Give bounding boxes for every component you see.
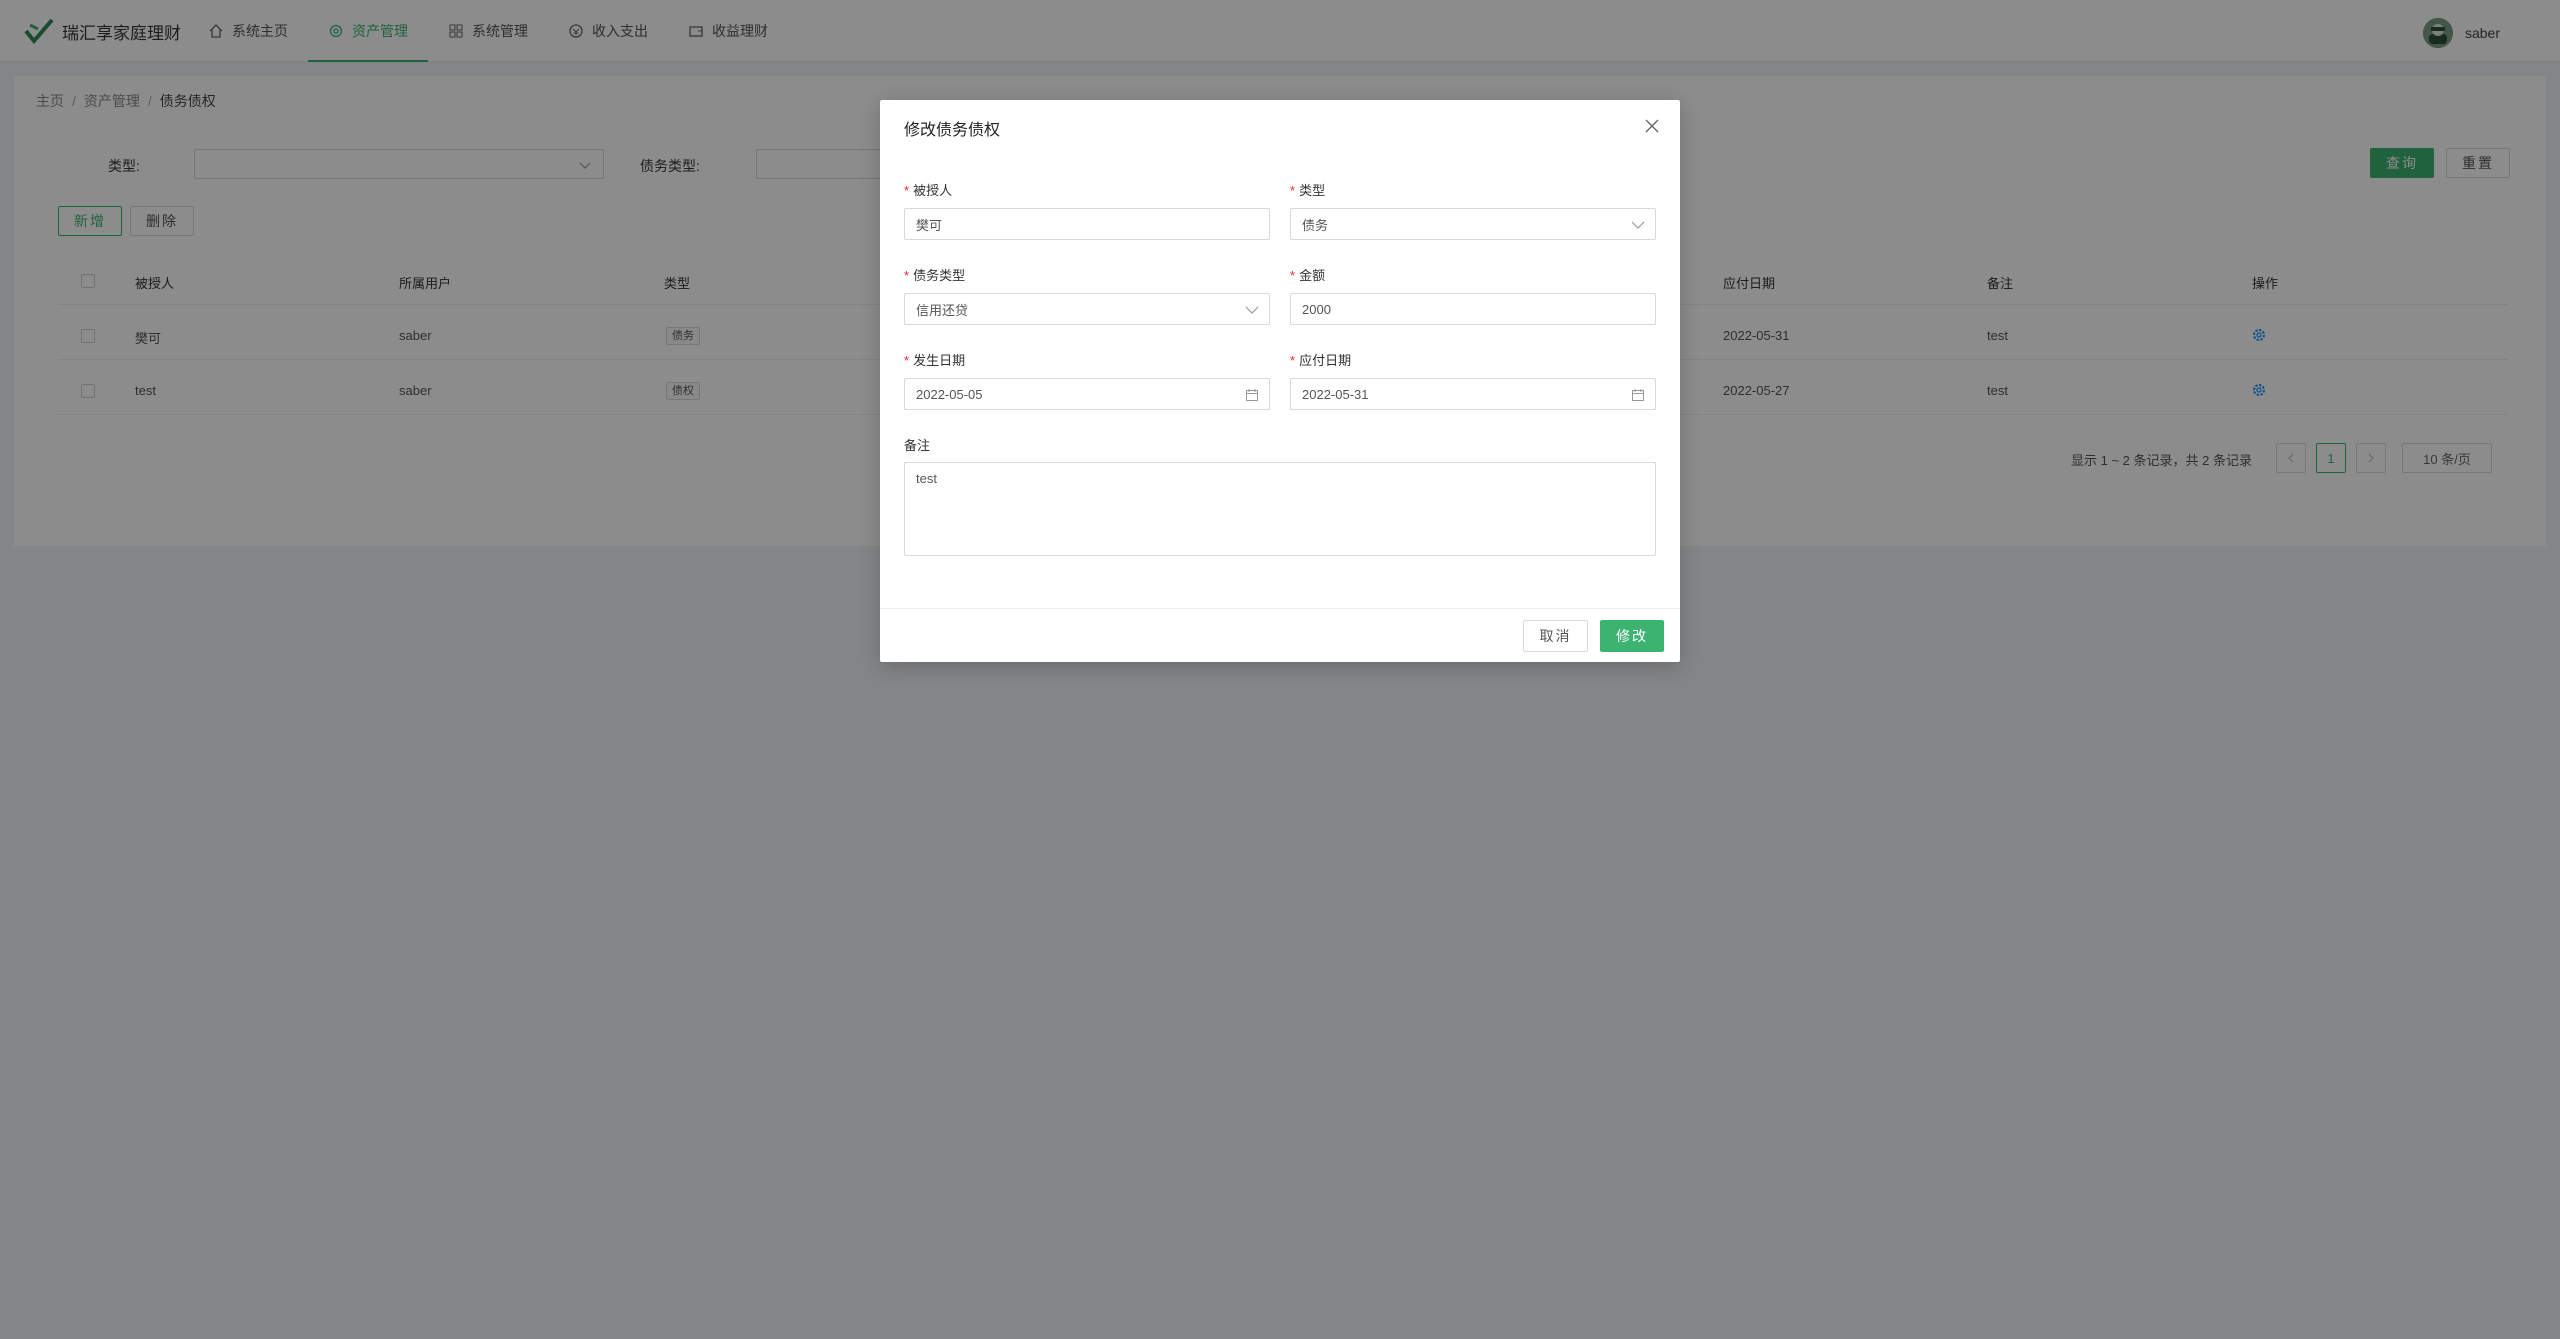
cancel-button[interactable]: 取消 <box>1523 620 1588 652</box>
required-mark: * <box>904 353 910 368</box>
note-label-text: 备注 <box>904 438 931 453</box>
due-date-value: 2022-05-31 <box>1302 386 1369 402</box>
calendar-icon <box>1632 389 1644 401</box>
chevron-down-icon <box>1245 306 1259 314</box>
debt-type-select[interactable]: 信用还贷 <box>904 293 1270 325</box>
required-mark: * <box>1290 183 1296 198</box>
type-select-value: 债务 <box>1302 217 1329 233</box>
note-textarea[interactable]: test <box>904 462 1656 556</box>
submit-button[interactable]: 修改 <box>1600 620 1664 652</box>
amount-input[interactable]: 2000 <box>1290 293 1656 325</box>
type-label: * 类型 <box>1290 180 1325 199</box>
note-label: 备注 <box>904 435 930 454</box>
occur-date-picker[interactable]: 2022-05-05 <box>904 378 1270 410</box>
occur-date-label: * 发生日期 <box>904 350 965 369</box>
required-mark: * <box>1290 268 1296 283</box>
person-label: * 被授人 <box>904 180 952 199</box>
type-select[interactable]: 债务 <box>1290 208 1656 240</box>
occur-date-label-text: 发生日期 <box>913 353 966 368</box>
required-mark: * <box>1290 353 1296 368</box>
calendar-icon <box>1246 389 1258 401</box>
debt-type-label-text: 债务类型 <box>913 268 966 283</box>
amount-label-text: 金额 <box>1299 268 1326 283</box>
amount-label: * 金额 <box>1290 265 1325 284</box>
modal-title: 修改债务债权 <box>904 122 1001 139</box>
required-mark: * <box>904 268 910 283</box>
close-icon[interactable] <box>1644 118 1660 134</box>
edit-debt-modal: 修改债务债权 * 被授人 樊可 * 类型 债务 * 债务类型 信用还贷 * 金额 200… <box>880 100 1680 662</box>
due-date-label-text: 应付日期 <box>1299 353 1352 368</box>
occur-date-value: 2022-05-05 <box>916 386 983 402</box>
chevron-down-icon <box>1631 221 1645 229</box>
due-date-picker[interactable]: 2022-05-31 <box>1290 378 1656 410</box>
due-date-label: * 应付日期 <box>1290 350 1351 369</box>
person-input[interactable]: 樊可 <box>904 208 1270 240</box>
person-label-text: 被授人 <box>913 183 953 198</box>
modal-footer-divider <box>880 608 1680 609</box>
debt-type-label: * 债务类型 <box>904 265 965 284</box>
type-label-text: 类型 <box>1299 183 1326 198</box>
debt-type-select-value: 信用还贷 <box>916 302 969 318</box>
required-mark: * <box>904 183 910 198</box>
